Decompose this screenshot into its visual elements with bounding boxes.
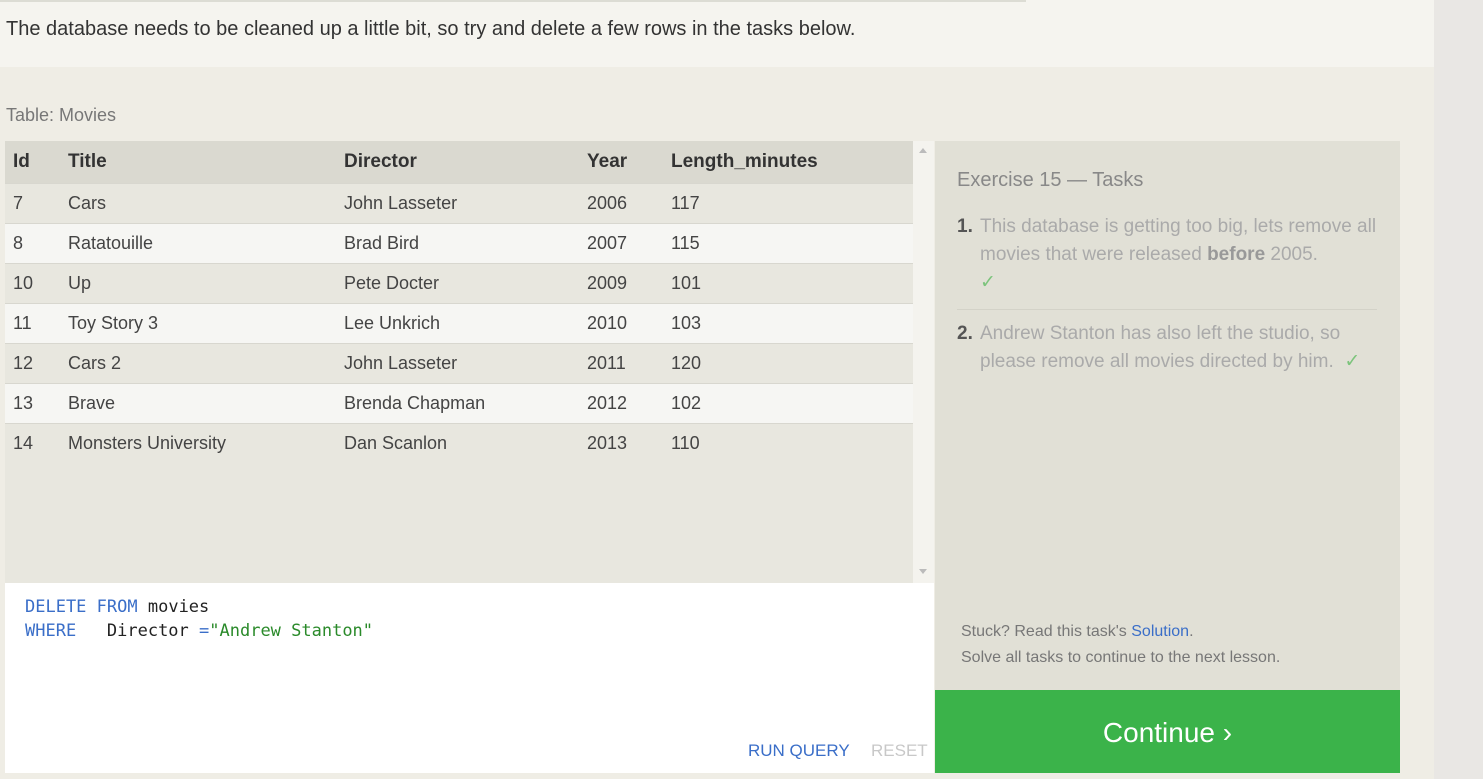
cell-director: Lee Unkrich xyxy=(336,302,579,343)
cell-director: John Lasseter xyxy=(336,342,579,383)
stuck-hint: Stuck? Read this task's Solution. xyxy=(961,623,1194,641)
cell-title: Brave xyxy=(60,382,336,423)
cell-director: Brenda Chapman xyxy=(336,382,579,423)
cell-title: Ratatouille xyxy=(60,222,336,263)
cell-year: 2010 xyxy=(579,302,663,343)
code-operator: = xyxy=(199,621,210,641)
code-string: "Andrew Stanton" xyxy=(209,621,374,641)
cell-year: 2011 xyxy=(579,342,663,383)
cell-year: 2007 xyxy=(579,222,663,263)
cell-director: John Lasseter xyxy=(336,182,579,223)
column-header-title: Title xyxy=(68,150,107,172)
reset-button[interactable]: RESET xyxy=(871,741,928,761)
task-item: 1. This database is getting too big, let… xyxy=(957,213,1377,310)
table-header-row: Id Title Director Year Length_minutes xyxy=(5,141,913,183)
cell-director: Pete Docter xyxy=(336,262,579,303)
keyword-delete: DELETE xyxy=(25,597,87,617)
cell-year: 2009 xyxy=(579,262,663,303)
keyword-where: WHERE xyxy=(25,621,77,641)
table-row: 12 Cars 2 John Lasseter 2011 120 xyxy=(5,342,913,383)
task-number: 2. xyxy=(957,323,973,344)
task-list: 1. This database is getting too big, let… xyxy=(957,213,1377,376)
table-row: 11 Toy Story 3 Lee Unkrich 2010 103 xyxy=(5,302,913,343)
tasks-panel: Exercise 15 — Tasks 1. This database is … xyxy=(935,141,1400,690)
cell-year: 2012 xyxy=(579,382,663,423)
column-header-director: Director xyxy=(344,150,417,172)
scroll-up-arrow-icon[interactable] xyxy=(919,148,927,153)
cell-title: Cars xyxy=(60,182,336,223)
run-query-button[interactable]: RUN QUERY xyxy=(748,741,850,761)
cell-title: Monsters University xyxy=(60,422,336,463)
task-emphasis: before xyxy=(1207,244,1266,265)
cell-length: 101 xyxy=(663,262,913,303)
code-line-2: WHERE Director ="Andrew Stanton" xyxy=(25,621,373,641)
cell-length: 115 xyxy=(663,222,913,263)
cell-director: Dan Scanlon xyxy=(336,422,579,463)
cell-title: Up xyxy=(60,262,336,303)
task-item: 2. Andrew Stanton has also left the stud… xyxy=(957,320,1377,376)
code-table-name: movies xyxy=(137,597,210,617)
task-text-end: 2005. xyxy=(1265,244,1318,265)
lesson-intro-text: The database needs to be cleaned up a li… xyxy=(6,18,856,40)
cell-id: 7 xyxy=(5,182,60,223)
cell-id: 10 xyxy=(5,262,60,303)
stuck-prefix: Stuck? Read this task's xyxy=(961,623,1132,640)
task-text: Andrew Stanton has also left the studio,… xyxy=(980,323,1341,372)
table-row: 8 Ratatouille Brad Bird 2007 115 xyxy=(5,222,913,263)
sql-editor[interactable]: DELETE FROM movies WHERE Director ="Andr… xyxy=(5,583,934,773)
cell-length: 110 xyxy=(663,422,913,463)
code-column: Director xyxy=(76,621,200,641)
scroll-down-arrow-icon[interactable] xyxy=(919,569,927,574)
cell-year: 2013 xyxy=(579,422,663,463)
column-header-id: Id xyxy=(13,150,30,172)
column-header-year: Year xyxy=(587,150,628,172)
results-table: Id Title Director Year Length_minutes 7 … xyxy=(5,141,913,463)
tasks-heading: Exercise 15 — Tasks xyxy=(957,169,1144,191)
cell-length: 117 xyxy=(663,182,913,223)
task-complete-check-icon: ✓ xyxy=(980,272,996,293)
table-caption: Table: Movies xyxy=(6,105,117,125)
table-row: 13 Brave Brenda Chapman 2012 102 xyxy=(5,382,913,423)
table-row: 10 Up Pete Docter 2009 101 xyxy=(5,262,913,303)
cell-title: Cars 2 xyxy=(60,342,336,383)
page-scroll-gutter xyxy=(1434,0,1483,779)
code-line-1: DELETE FROM movies xyxy=(25,597,209,617)
cell-length: 102 xyxy=(663,382,913,423)
cell-id: 12 xyxy=(5,342,60,383)
task-number: 1. xyxy=(957,216,973,237)
cell-length: 120 xyxy=(663,342,913,383)
table-row: 7 Cars John Lasseter 2006 117 xyxy=(5,182,913,223)
column-header-length: Length_minutes xyxy=(671,150,818,172)
continue-button[interactable]: Continue › xyxy=(935,690,1400,773)
table-row: 14 Monsters University Dan Scanlon 2013 … xyxy=(5,422,913,463)
table-scrollbar[interactable] xyxy=(913,141,934,583)
cell-director: Brad Bird xyxy=(336,222,579,263)
solution-link[interactable]: Solution xyxy=(1131,623,1189,640)
cell-id: 8 xyxy=(5,222,60,263)
cell-year: 2006 xyxy=(579,182,663,223)
stuck-suffix: . xyxy=(1189,623,1194,640)
results-table-container: Id Title Director Year Length_minutes 7 … xyxy=(5,141,913,583)
cell-id: 11 xyxy=(5,302,60,343)
cell-id: 14 xyxy=(5,422,60,463)
top-divider xyxy=(0,0,1026,2)
progress-note: Solve all tasks to continue to the next … xyxy=(961,649,1281,666)
cell-length: 103 xyxy=(663,302,913,343)
keyword-from: FROM xyxy=(96,597,138,617)
cell-title: Toy Story 3 xyxy=(60,302,336,343)
cell-id: 13 xyxy=(5,382,60,423)
task-complete-check-icon: ✓ xyxy=(1344,351,1361,372)
